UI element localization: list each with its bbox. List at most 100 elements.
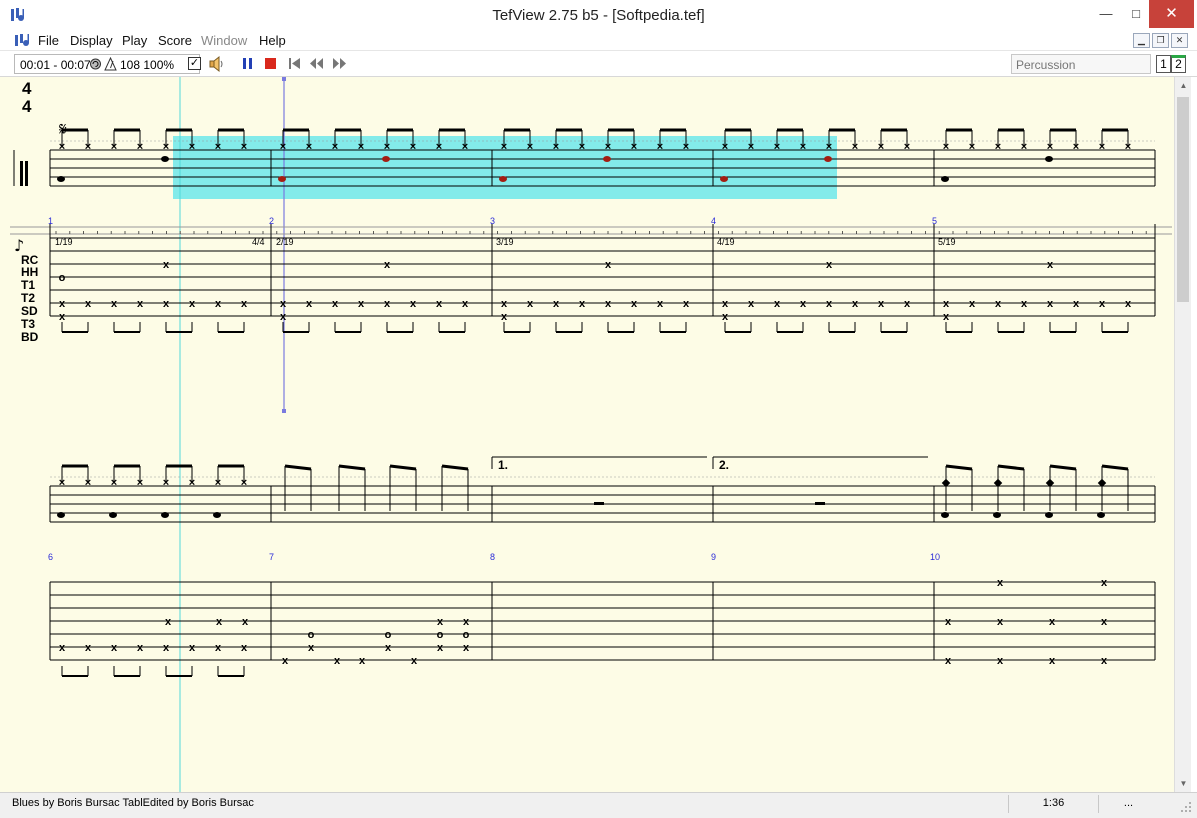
resize-grip-icon[interactable] [1180,801,1192,813]
time-range: 00:01 - 00:07 [20,58,91,72]
tab-note: x [997,655,1004,667]
hihat-note: × [59,141,65,153]
menu-play[interactable]: Play [122,33,147,48]
drum-label-hh: HH [21,265,38,279]
note-head [161,156,169,162]
tab-note: x [463,642,470,654]
tab-note: x [1073,298,1080,310]
tab-note: x [359,655,366,667]
menu-help[interactable]: Help [259,33,286,48]
metronome-icon[interactable] [104,57,117,71]
hihat-note: × [683,141,689,153]
close-button[interactable]: ✕ [1149,0,1194,28]
tab-note: o [437,629,444,641]
tab-note: x [165,616,172,628]
rewind-start-icon[interactable] [287,56,302,71]
tab-note: x [852,298,859,310]
measure-number: 3 [490,216,495,226]
tab-note: x [411,655,418,667]
tab-note: x [945,655,952,667]
rewind-icon[interactable] [309,56,324,71]
tab-note: x [384,259,391,271]
page-button-1[interactable]: 1 [1156,55,1171,73]
menu-file[interactable]: File [38,33,59,48]
loop-icon[interactable] [89,57,102,71]
scroll-up-icon[interactable]: ▲ [1175,77,1192,94]
child-restore-button[interactable]: ❐ [1152,33,1169,48]
hihat-note: × [189,477,195,489]
tempo-value: 108 100% [120,58,175,72]
follow-checkbox[interactable]: ✓ [188,57,201,70]
tab-note: x [501,298,508,310]
hihat-note: × [748,141,754,153]
stop-icon[interactable] [263,56,278,71]
playhead-bottom-handle[interactable] [282,409,286,413]
note-head [941,176,949,182]
scroll-down-icon[interactable]: ▼ [1175,775,1192,792]
tab-note: x [384,298,391,310]
hihat-note: × [163,477,169,489]
tab-note: x [282,655,289,667]
score-area[interactable]: 4 4 𝄋 ♪ 1 2 3 4 5 1/19 4/4 2/19 3/19 4/1… [0,77,1174,792]
note-head [278,176,286,182]
menu-display[interactable]: Display [70,33,113,48]
hihat-note: × [657,141,663,153]
hihat-note: × [306,141,312,153]
hihat-note: × [111,141,117,153]
menu-score[interactable]: Score [158,33,192,48]
beam [284,464,312,471]
score-canvas[interactable]: 4 4 𝄋 ♪ 1 2 3 4 5 1/19 4/4 2/19 3/19 4/1… [0,77,1174,792]
maximize-button[interactable]: □ [1121,0,1151,28]
tab-note: x [943,298,950,310]
note-head [499,176,507,182]
playback-status-box: 00:01 - 00:07 108 100% [14,54,200,74]
drum-label-t2: T2 [21,291,35,305]
fast-forward-icon[interactable] [332,56,347,71]
tab-note: x [631,298,638,310]
child-minimize-button[interactable]: ▁ [1133,33,1150,48]
tab-note: x [241,298,248,310]
tab-note: x [59,298,66,310]
child-close-button[interactable]: ✕ [1171,33,1188,48]
hihat-note: × [800,141,806,153]
tab-note: x [59,311,66,323]
drum-label-t3: T3 [21,317,35,331]
hihat-note: × [332,141,338,153]
measure-number: 8 [490,552,495,562]
tab-note: x [997,577,1004,589]
instrument-field[interactable]: Percussion [1011,54,1151,74]
tab-note: o [308,629,315,641]
note-head [57,512,65,518]
note-head [941,512,949,518]
tab-note: x [242,616,249,628]
hihat-note: × [358,141,364,153]
minimize-button[interactable]: — [1091,0,1121,28]
hihat-note: × [1047,141,1053,153]
tab-note: x [308,642,315,654]
scroll-thumb[interactable] [1177,97,1189,302]
tab-note: x [1101,655,1108,667]
tab-note: x [969,298,976,310]
vertical-scrollbar[interactable]: ▲ ▼ [1174,77,1191,792]
credits-text: Blues by Boris Bursac TablEdited by Bori… [12,797,254,809]
page-button-2[interactable]: 2 [1171,55,1186,73]
tab-note: x [216,616,223,628]
notation-group: × × × × × × × × × × × × × × × × × × × × × × × × × × × × × × × × × × × × × × × ×… [10,128,1172,677]
tab-note: o [59,272,66,284]
note-head [382,156,390,162]
measure-number: 7 [269,552,274,562]
tab-note: x [579,298,586,310]
beam [997,464,1025,471]
tab-note: x [1021,298,1028,310]
menu-window[interactable]: Window [201,33,247,48]
drum-label-sd: SD [21,304,38,318]
playhead-top-handle[interactable] [282,77,286,81]
tab-note: x [59,642,66,654]
document-icon[interactable] [14,33,32,48]
pause-icon[interactable] [240,56,255,71]
hihat-note: × [85,141,91,153]
speaker-icon[interactable] [208,55,226,73]
hihat-note: × [137,477,143,489]
measure-number: 1 [48,216,53,226]
hihat-note: × [436,141,442,153]
